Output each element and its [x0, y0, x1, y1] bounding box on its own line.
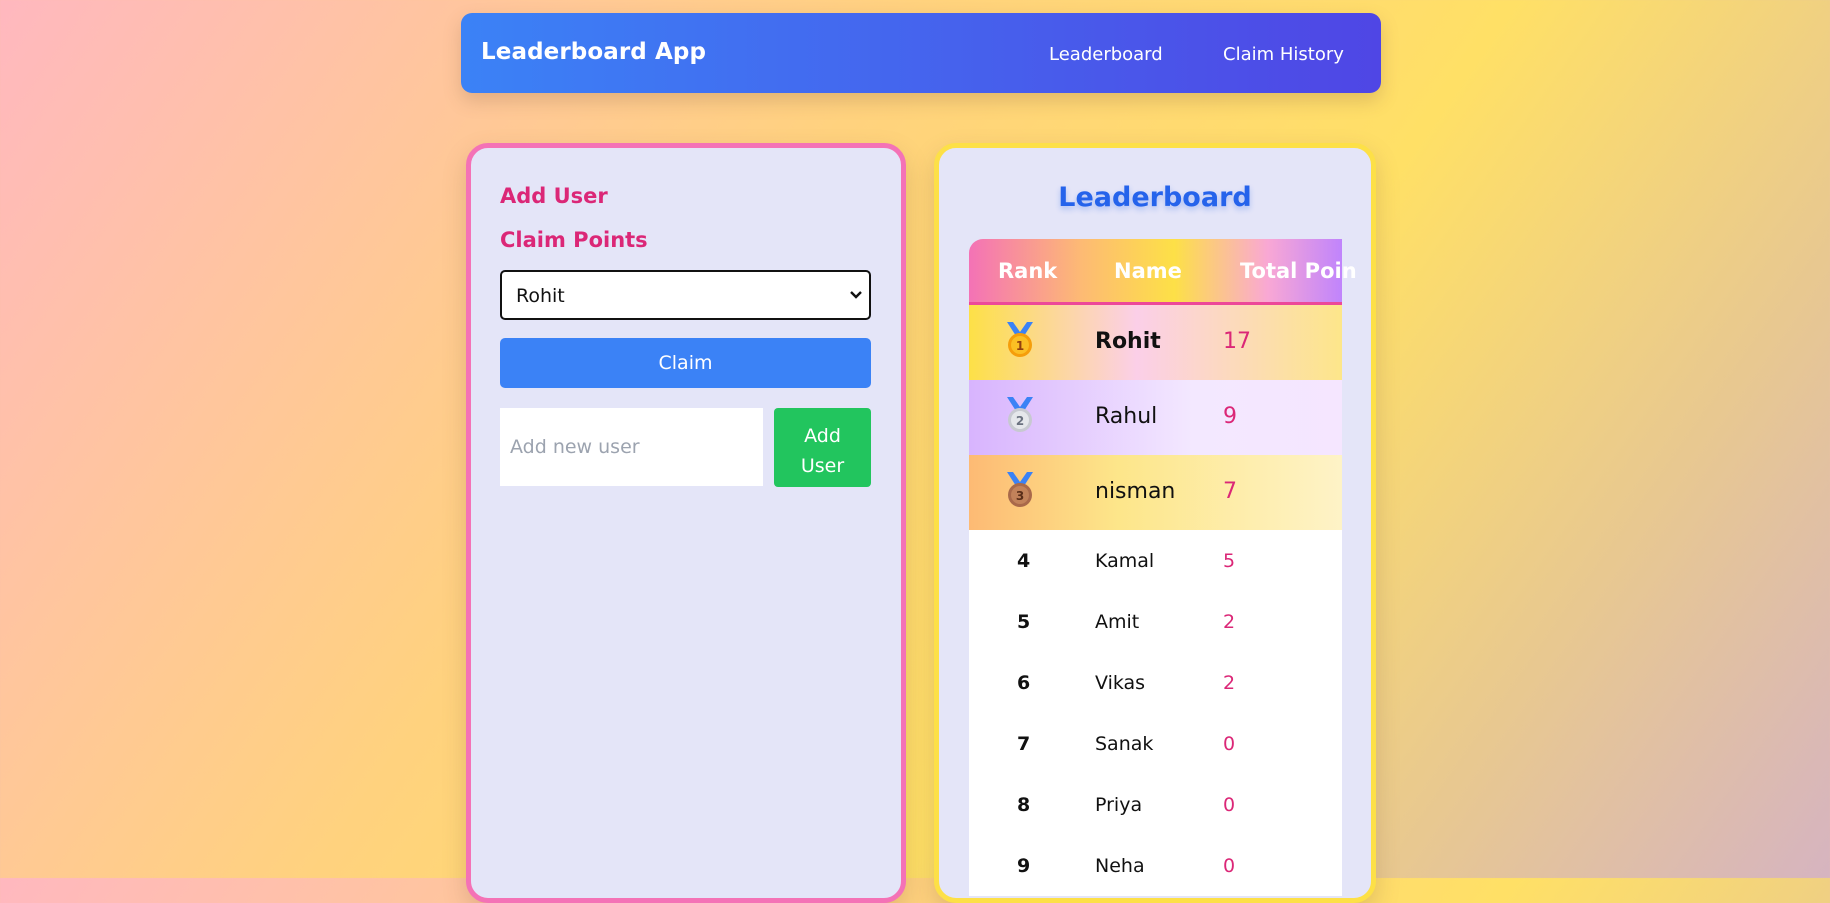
column-header-name: Name [1114, 259, 1182, 283]
player-points: 0 [1223, 855, 1236, 877]
medal-rank-1: 1 [1016, 339, 1024, 353]
add-user-button-label-2: User [800, 455, 845, 477]
player-name: Rohit [1095, 329, 1161, 354]
leaderboard-table: Rank Name Total Poin 1 Rohit 17 2 Rahul … [969, 239, 1357, 896]
column-header-total-points: Total Poin [1240, 259, 1357, 283]
new-user-input[interactable]: Add new user [500, 408, 763, 486]
silver-medal-icon: 2 [1007, 397, 1033, 432]
player-name: Sanak [1095, 733, 1154, 755]
add-user-button[interactable]: Add User [774, 408, 871, 487]
player-rank: 4 [1017, 550, 1031, 572]
table-row: 5 Amit 2 [969, 591, 1342, 652]
table-row: 1 Rohit 17 [969, 305, 1342, 380]
chevron-down-icon [850, 291, 862, 299]
player-name: Kamal [1095, 550, 1155, 572]
leaderboard-panel: Leaderboard Rank Name Total Poin 1 Rohit… [934, 143, 1376, 903]
gold-medal-icon: 1 [1007, 322, 1033, 357]
nav-link-claim-history[interactable]: Claim History [1223, 44, 1344, 65]
player-rank: 8 [1017, 794, 1031, 816]
user-select[interactable]: Rohit [500, 270, 871, 320]
medal-rank-3: 3 [1016, 489, 1024, 503]
player-name: Vikas [1095, 672, 1146, 694]
bronze-medal-icon: 3 [1007, 472, 1033, 507]
top-navbar: Leaderboard App Leaderboard Claim Histor… [461, 13, 1381, 93]
table-row: 9 Neha 0 [969, 835, 1342, 896]
player-name: nisman [1095, 479, 1176, 504]
app-brand[interactable]: Leaderboard App [481, 39, 706, 65]
player-points: 17 [1223, 329, 1251, 354]
column-header-rank: Rank [998, 259, 1058, 283]
table-row: 8 Priya 0 [969, 774, 1342, 835]
player-points: 2 [1223, 672, 1236, 694]
leaderboard-title: Leaderboard [1058, 182, 1252, 213]
claim-button[interactable]: Claim [500, 338, 871, 388]
add-user-button-label-1: Add [804, 425, 841, 447]
player-points: 2 [1223, 611, 1236, 633]
table-header: Rank Name Total Poin [969, 239, 1357, 305]
player-rank: 7 [1017, 733, 1031, 755]
user-actions-panel: Add User Claim Points Rohit Claim Add ne… [466, 143, 906, 903]
claim-points-heading: Claim Points [500, 228, 648, 252]
add-user-heading: Add User [500, 184, 608, 208]
table-row: 4 Kamal 5 [969, 530, 1342, 591]
table-row: 7 Sanak 0 [969, 713, 1342, 774]
player-rank: 5 [1017, 611, 1031, 633]
player-name: Priya [1095, 794, 1143, 816]
medal-rank-2: 2 [1016, 414, 1024, 428]
player-points: 9 [1223, 404, 1237, 429]
player-points: 0 [1223, 733, 1236, 755]
player-name: Rahul [1095, 404, 1158, 429]
table-row: 3 nisman 7 [969, 455, 1342, 530]
user-select-value: Rohit [516, 285, 565, 307]
player-rank: 9 [1017, 855, 1031, 877]
player-points: 0 [1223, 794, 1236, 816]
player-points: 7 [1223, 479, 1237, 504]
player-name: Neha [1095, 855, 1145, 877]
table-row: 6 Vikas 2 [969, 652, 1342, 713]
nav-link-leaderboard[interactable]: Leaderboard [1049, 44, 1163, 65]
player-rank: 6 [1017, 672, 1031, 694]
player-points: 5 [1223, 550, 1236, 572]
player-name: Amit [1095, 611, 1140, 633]
table-row: 2 Rahul 9 [969, 380, 1342, 455]
